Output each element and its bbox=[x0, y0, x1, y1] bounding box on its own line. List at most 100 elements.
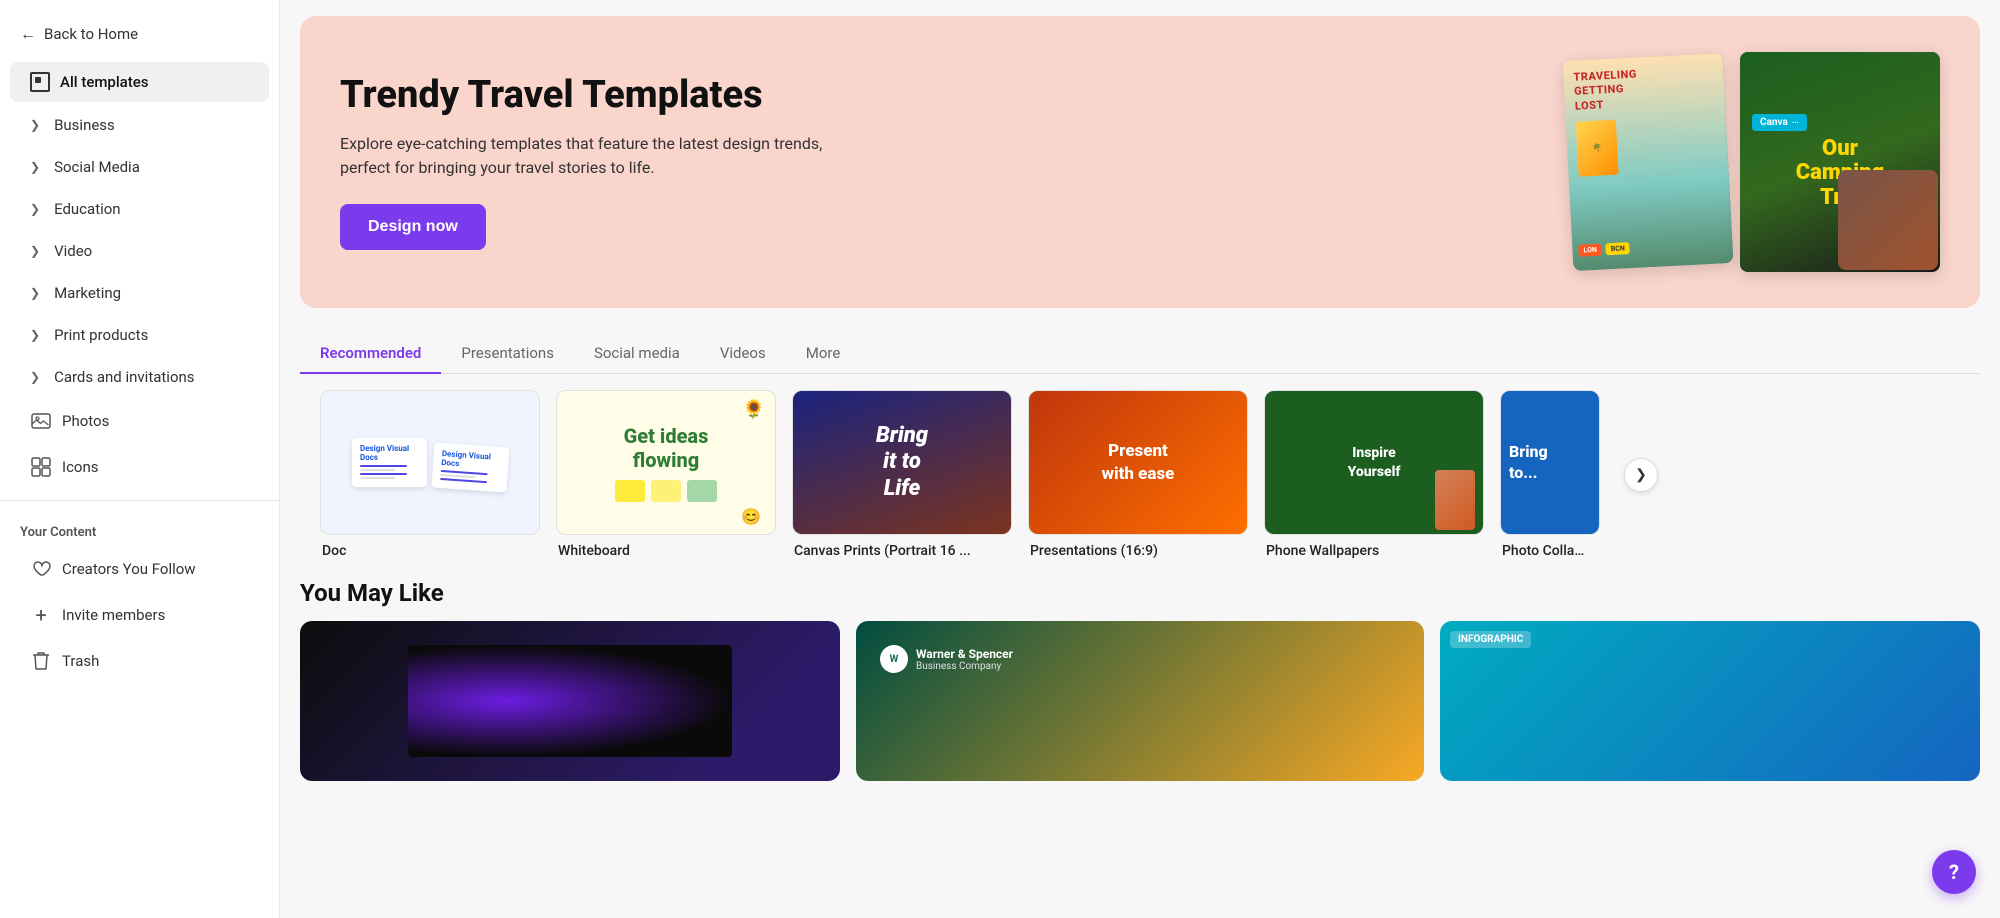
business-brand: Warner & Spencer bbox=[916, 647, 1013, 661]
sidebar-item-social-media[interactable]: ❯ Social Media bbox=[10, 148, 269, 186]
template-card-collage[interactable]: Bringto... Photo Colla… bbox=[1500, 390, 1600, 559]
hero-title: Trendy Travel Templates bbox=[340, 74, 840, 118]
tabs-section: Recommended Presentations Social media V… bbox=[280, 324, 2000, 559]
tab-social-media[interactable]: Social media bbox=[574, 334, 700, 374]
phone-card-label: Phone Wallpapers bbox=[1264, 543, 1484, 559]
hero-images: TRAVELINGGETTINGLOST 🌴 LON BCN Canva ··· bbox=[1568, 52, 1940, 272]
hero-text: Trendy Travel Templates Explore eye-catc… bbox=[340, 74, 840, 250]
you-may-like-cards: W Warner & Spencer Business Company INFO… bbox=[280, 621, 2000, 781]
sidebar-item-video[interactable]: ❯ Video bbox=[10, 232, 269, 270]
yml-card-infographic[interactable]: INFOGRAPHIC bbox=[1440, 621, 1980, 781]
sidebar-item-marketing[interactable]: ❯ Marketing bbox=[10, 274, 269, 312]
hero-image-1: TRAVELINGGETTINGLOST 🌴 LON BCN bbox=[1563, 53, 1734, 271]
doc-card-inner: Design Visual Docs Design Visual Docs bbox=[321, 391, 539, 534]
collage-card-label: Photo Colla… bbox=[1500, 543, 1600, 559]
sidebar-divider bbox=[0, 500, 279, 501]
hero-image-2: Canva ··· OurCampingTrip bbox=[1740, 52, 1940, 272]
all-templates-icon bbox=[30, 72, 50, 92]
tab-videos[interactable]: Videos bbox=[700, 334, 786, 374]
chevron-icon: ❯ bbox=[30, 328, 40, 342]
tabs-bar: Recommended Presentations Social media V… bbox=[300, 334, 1980, 374]
doc-mini-2: Design Visual Docs bbox=[432, 442, 510, 492]
presentations-card-image: Presentwith ease bbox=[1028, 390, 1248, 535]
whiteboard-text: Get ideasflowing bbox=[624, 424, 709, 472]
back-label: Back to Home bbox=[44, 25, 138, 43]
heart-icon bbox=[30, 558, 52, 580]
template-card-phone[interactable]: InspireYourself Phone Wallpapers bbox=[1264, 390, 1484, 559]
sidebar-item-label: Icons bbox=[62, 458, 99, 476]
hero-cta-button[interactable]: Design now bbox=[340, 204, 486, 250]
canvas-card-image: Bringit toLife bbox=[792, 390, 1012, 535]
sidebar-item-label: Creators You Follow bbox=[62, 560, 196, 578]
sidebar-item-business[interactable]: ❯ Business bbox=[10, 106, 269, 144]
doc-card-image: Design Visual Docs Design Visual Docs bbox=[320, 390, 540, 535]
sidebar-item-education[interactable]: ❯ Education bbox=[10, 190, 269, 228]
you-may-like-title: You May Like bbox=[280, 559, 2000, 621]
sidebar-item-label: Marketing bbox=[54, 284, 121, 302]
you-may-like-section: You May Like W Warner & Spencer Business… bbox=[280, 559, 2000, 781]
template-cards-row: Design Visual Docs Design Visual Docs bbox=[300, 390, 1980, 559]
sidebar-item-all-templates[interactable]: All templates bbox=[10, 62, 269, 102]
canvas-text: Bringit toLife bbox=[876, 423, 928, 502]
back-arrow-icon: ← bbox=[20, 24, 36, 44]
chevron-icon: ❯ bbox=[30, 286, 40, 300]
presentations-card-label: Presentations (16:9) bbox=[1028, 543, 1248, 559]
whiteboard-card-inner: Get ideasflowing 🌻 😊 bbox=[557, 391, 775, 534]
template-card-doc[interactable]: Design Visual Docs Design Visual Docs bbox=[320, 390, 540, 559]
sidebar-item-label: Trash bbox=[62, 652, 99, 670]
sidebar-item-creators[interactable]: Creators You Follow bbox=[10, 548, 269, 590]
hero-banner: Trendy Travel Templates Explore eye-catc… bbox=[300, 16, 1980, 308]
sidebar-item-invite[interactable]: + Invite members bbox=[10, 594, 269, 636]
sidebar-item-label: Invite members bbox=[62, 606, 165, 624]
sidebar-item-icons[interactable]: Icons bbox=[10, 446, 269, 488]
your-content-label: Your Content bbox=[0, 511, 279, 546]
sidebar-item-label: All templates bbox=[60, 73, 149, 91]
carousel-next-button[interactable]: ❯ bbox=[1624, 458, 1658, 492]
template-card-canvas[interactable]: Bringit toLife Canvas Prints (Portrait 1… bbox=[792, 390, 1012, 559]
template-card-whiteboard[interactable]: Get ideasflowing 🌻 😊 Whiteboard bbox=[556, 390, 776, 559]
infographic-label: INFOGRAPHIC bbox=[1450, 631, 1531, 648]
canvas-card-label: Canvas Prints (Portrait 16 ... bbox=[792, 543, 1012, 559]
sidebar-item-label: Business bbox=[54, 116, 115, 134]
back-to-home[interactable]: ← Back to Home bbox=[0, 16, 279, 52]
business-subtitle: Business Company bbox=[916, 661, 1013, 672]
main-content: Trendy Travel Templates Explore eye-catc… bbox=[280, 0, 2000, 918]
phone-card-image: InspireYourself bbox=[1264, 390, 1484, 535]
collage-card-image: Bringto... bbox=[1500, 390, 1600, 535]
sidebar-item-print-products[interactable]: ❯ Print products bbox=[10, 316, 269, 354]
yml-card-dark[interactable] bbox=[300, 621, 840, 781]
tab-recommended[interactable]: Recommended bbox=[300, 334, 441, 374]
sidebar-item-trash[interactable]: Trash bbox=[10, 640, 269, 682]
sidebar-item-label: Social Media bbox=[54, 158, 140, 176]
emoji-check: 😊 bbox=[741, 507, 761, 526]
photos-icon bbox=[30, 410, 52, 432]
doc-mini-1: Design Visual Docs bbox=[352, 438, 427, 487]
phone-text: InspireYourself bbox=[1340, 436, 1409, 488]
presentations-text: Presentwith ease bbox=[1092, 430, 1185, 494]
chevron-icon: ❯ bbox=[30, 244, 40, 258]
template-card-presentations[interactable]: Presentwith ease Presentations (16:9) bbox=[1028, 390, 1248, 559]
emoji-sun: 🌻 bbox=[743, 399, 765, 420]
chevron-icon: ❯ bbox=[30, 160, 40, 174]
doc-card-label: Doc bbox=[320, 543, 540, 559]
chevron-icon: ❯ bbox=[30, 370, 40, 384]
trash-icon bbox=[30, 650, 52, 672]
whiteboard-card-label: Whiteboard bbox=[556, 543, 776, 559]
sidebar-item-photos[interactable]: Photos bbox=[10, 400, 269, 442]
yml-card-business[interactable]: W Warner & Spencer Business Company bbox=[856, 621, 1424, 781]
sidebar-item-label: Print products bbox=[54, 326, 148, 344]
whiteboard-card-image: Get ideasflowing 🌻 😊 bbox=[556, 390, 776, 535]
sidebar-item-cards[interactable]: ❯ Cards and invitations bbox=[10, 358, 269, 396]
cards-list: Design Visual Docs Design Visual Docs bbox=[300, 390, 1620, 559]
chevron-icon: ❯ bbox=[30, 202, 40, 216]
tab-more[interactable]: More bbox=[786, 334, 861, 374]
hero-img1-label: TRAVELINGGETTINGLOST bbox=[1573, 63, 1715, 113]
sidebar: ← Back to Home All templates ❯ Business … bbox=[0, 0, 280, 918]
tab-presentations[interactable]: Presentations bbox=[441, 334, 574, 374]
help-button[interactable]: ? bbox=[1932, 850, 1976, 894]
sidebar-item-label: Cards and invitations bbox=[54, 368, 194, 386]
sidebar-item-label: Video bbox=[54, 242, 92, 260]
plus-icon: + bbox=[30, 604, 52, 626]
hero-subtitle: Explore eye-catching templates that feat… bbox=[340, 132, 840, 180]
chevron-icon: ❯ bbox=[30, 118, 40, 132]
